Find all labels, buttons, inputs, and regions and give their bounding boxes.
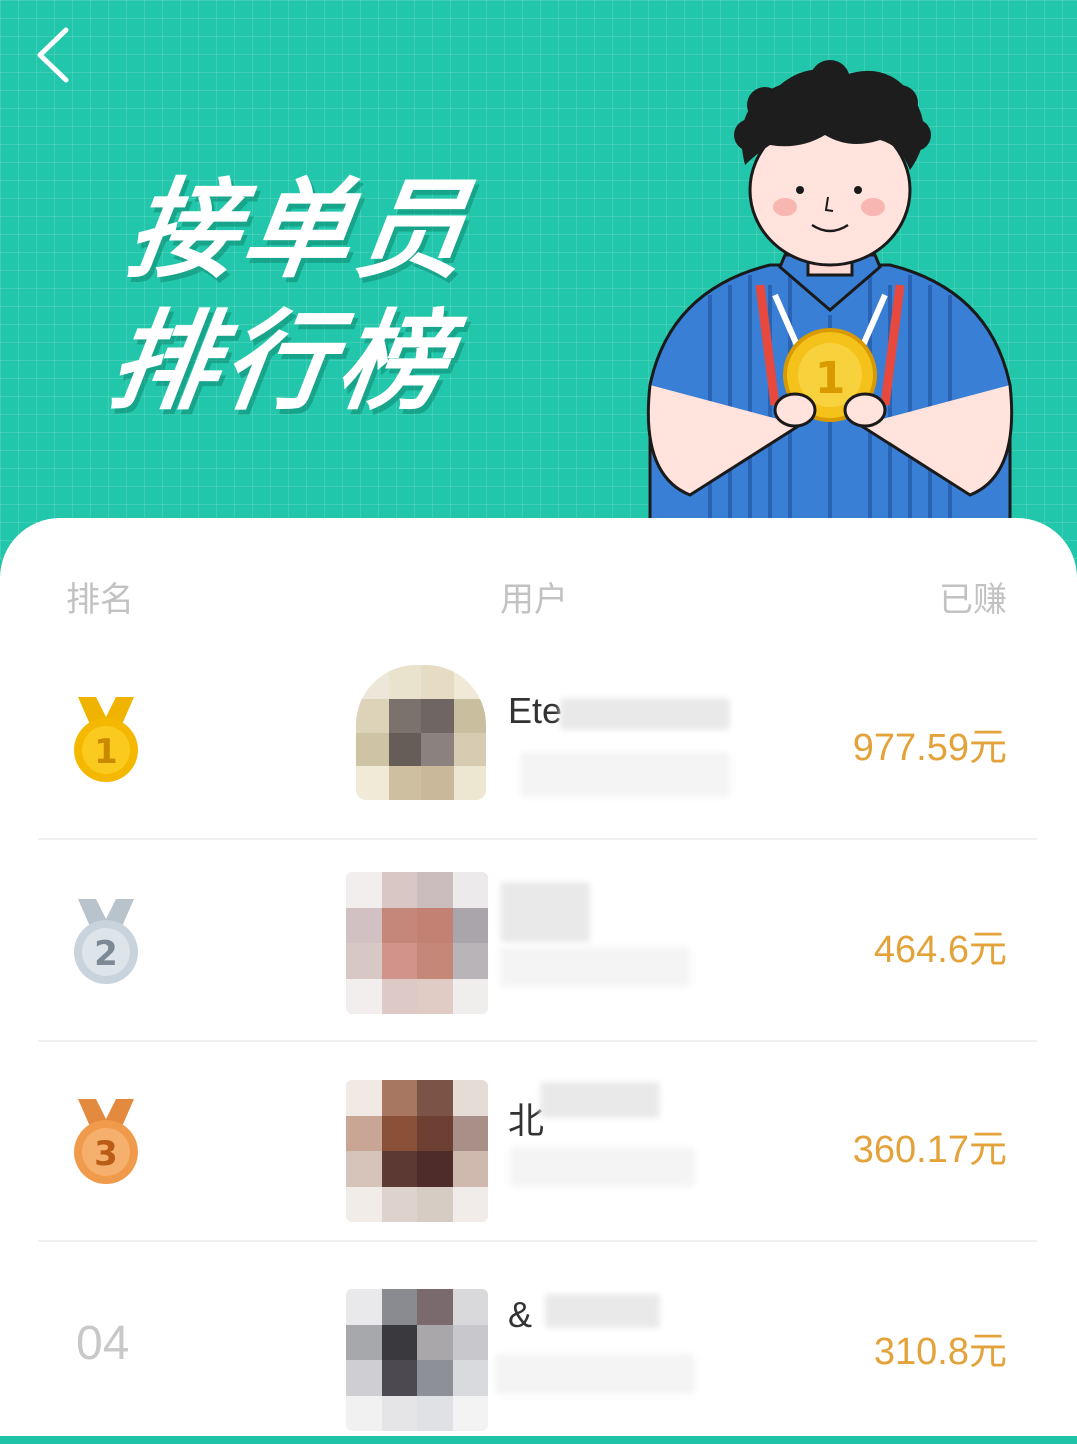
user-name: 北: [508, 1100, 545, 1141]
rank-number: 04: [76, 1317, 130, 1370]
name-redacted: [545, 1294, 660, 1328]
page-title: 接单员 排行榜: [101, 165, 480, 429]
earned-amount: 360.17元: [852, 1129, 1007, 1171]
name-redacted: [540, 1082, 660, 1118]
avatar: [346, 872, 488, 1014]
subtext-redacted: [500, 947, 690, 987]
subtext-redacted: [520, 752, 730, 797]
title-line-2: 排行榜: [102, 300, 462, 425]
avatar: [346, 1080, 488, 1222]
header-rank: 排名: [66, 580, 134, 620]
name-redacted: [500, 882, 590, 942]
name-redacted: [560, 698, 730, 730]
row-divider: [38, 838, 1037, 840]
back-arrow-icon: [37, 27, 69, 83]
back-button[interactable]: [28, 20, 88, 90]
row-divider: [38, 1240, 1037, 1242]
earned-amount: 977.59元: [852, 727, 1007, 769]
table-row[interactable]: 3 北 360.17元: [0, 1042, 1077, 1242]
table-row[interactable]: 1 Ete 977.59元: [0, 640, 1077, 840]
header-user: 用户: [500, 580, 568, 620]
subtext-redacted: [495, 1354, 695, 1394]
avatar: [356, 665, 486, 800]
hero-illustration: 1: [646, 60, 1014, 525]
gold-medal-icon: 1: [74, 697, 138, 782]
medal-number: 3: [94, 1134, 118, 1174]
table-row[interactable]: 04 & 310.8元: [0, 1244, 1077, 1444]
earned-amount: 464.6元: [873, 929, 1007, 971]
subtext-redacted: [510, 1147, 695, 1187]
user-name: Ete: [508, 690, 563, 731]
bronze-medal-icon: 3: [74, 1099, 138, 1184]
header-earned: 已赚: [939, 580, 1007, 620]
earned-amount: 310.8元: [873, 1331, 1007, 1373]
medal-number: 1: [94, 732, 118, 772]
hero-medal-number: 1: [815, 353, 846, 404]
avatar: [346, 1289, 488, 1431]
silver-medal-icon: 2: [74, 899, 138, 984]
table-header: 排名 用户 已赚: [0, 572, 1077, 622]
title-line-1: 接单员: [120, 168, 481, 293]
header-banner: 接单员 排行榜 1: [0, 0, 1077, 560]
table-row[interactable]: 2 464.6元: [0, 842, 1077, 1042]
user-name: &: [508, 1294, 533, 1335]
medal-number: 2: [94, 934, 118, 974]
